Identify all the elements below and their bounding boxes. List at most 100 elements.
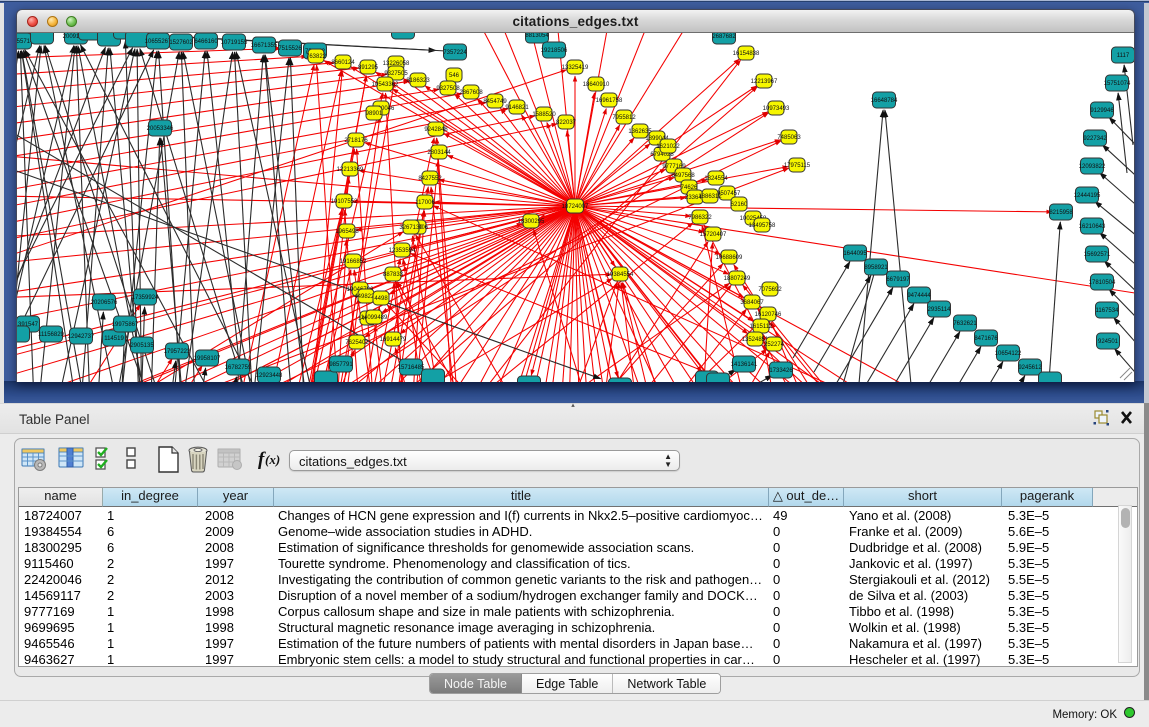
svg-text:9227342: 9227342 — [1083, 136, 1107, 142]
svg-text:15692571: 15692571 — [1084, 252, 1111, 258]
svg-text:6497568: 6497568 — [671, 173, 695, 179]
svg-text:10655267: 10655267 — [145, 39, 172, 45]
svg-text:17957223: 17957223 — [164, 349, 191, 355]
svg-text:16961758: 16961758 — [596, 98, 623, 104]
svg-text:10107552: 10107552 — [331, 199, 358, 205]
svg-text:19958107: 19958107 — [194, 356, 221, 362]
svg-text:1588520: 1588520 — [532, 112, 556, 118]
svg-text:1965498: 1965498 — [335, 229, 359, 235]
svg-text:1527602: 1527602 — [169, 40, 193, 46]
svg-text:7485063: 7485063 — [777, 135, 801, 141]
svg-text:16210643: 16210643 — [1079, 224, 1106, 230]
svg-text:8427552: 8427552 — [418, 176, 442, 182]
svg-text:16033809: 16033809 — [390, 33, 417, 35]
svg-text:15720407: 15720407 — [700, 232, 727, 238]
svg-text:19166852: 19166852 — [340, 259, 367, 265]
svg-text:10688609: 10688609 — [716, 255, 743, 261]
svg-text:924501: 924501 — [1098, 339, 1119, 345]
svg-text:8186323: 8186323 — [406, 78, 430, 84]
svg-text:9327508: 9327508 — [436, 86, 460, 92]
svg-text:1621022: 1621022 — [656, 144, 680, 150]
svg-text:13495758: 13495758 — [749, 223, 776, 229]
svg-text:16154838: 16154838 — [733, 51, 760, 57]
svg-text:546: 546 — [449, 73, 460, 79]
svg-text:7986322: 7986322 — [688, 215, 712, 221]
svg-text:16120746: 16120746 — [755, 312, 782, 318]
svg-text:1117: 1117 — [1117, 53, 1130, 59]
svg-text:2867608: 2867608 — [459, 90, 483, 96]
svg-text:7357224: 7357224 — [443, 50, 467, 56]
svg-text:9242848: 9242848 — [424, 127, 448, 133]
svg-text:9327505: 9327505 — [384, 71, 408, 77]
svg-text:18724007: 18724007 — [562, 204, 589, 210]
svg-text:18300295: 18300295 — [518, 219, 545, 225]
svg-text:15751074: 15751074 — [1104, 81, 1131, 87]
svg-text:2687682: 2687682 — [712, 34, 736, 40]
svg-text:62160: 62160 — [731, 202, 748, 208]
svg-text:2935114: 2935114 — [928, 307, 952, 313]
svg-text:891295: 891295 — [358, 65, 379, 71]
svg-text:16782759: 16782759 — [225, 365, 252, 371]
svg-text:252274: 252274 — [764, 342, 785, 348]
svg-text:4498: 4498 — [374, 296, 388, 302]
svg-text:12942737: 12942737 — [68, 334, 95, 340]
svg-text:1886312: 1886312 — [698, 194, 722, 200]
svg-text:19218506: 19218506 — [541, 48, 568, 54]
svg-text:1824554: 1824554 — [704, 176, 728, 182]
svg-text:16914479: 16914479 — [380, 337, 407, 343]
svg-text:2803144: 2803144 — [427, 150, 451, 156]
svg-text:887833: 887833 — [383, 272, 404, 278]
svg-text:17810504: 17810504 — [1089, 280, 1116, 286]
svg-text:20206576: 20206576 — [91, 300, 118, 306]
svg-text:7625402: 7625402 — [345, 340, 369, 346]
svg-text:14136141: 14136141 — [731, 362, 758, 368]
svg-text:114519: 114519 — [104, 336, 124, 342]
svg-text:8958921: 8958921 — [864, 265, 888, 271]
svg-text:9245612: 9245612 — [1018, 365, 1042, 371]
svg-text:7955812: 7955812 — [612, 115, 636, 121]
svg-text:3684067: 3684067 — [740, 300, 764, 306]
svg-text:14099489: 14099489 — [361, 315, 388, 321]
svg-text:12353594: 12353594 — [389, 248, 416, 254]
svg-text:9474444: 9474444 — [907, 293, 931, 299]
svg-text:16648784: 16648784 — [871, 98, 898, 104]
svg-text:10719155: 10719155 — [221, 40, 248, 46]
svg-text:17975115: 17975115 — [784, 163, 811, 169]
svg-text:1167534: 1167534 — [1096, 308, 1120, 314]
svg-text:1733426: 1733426 — [769, 368, 793, 374]
svg-text:16671355: 16671355 — [251, 43, 278, 49]
svg-text:12093822: 12093822 — [1079, 164, 1106, 170]
svg-text:12923448: 12923448 — [256, 373, 283, 379]
svg-text:6466160: 6466160 — [194, 39, 218, 45]
svg-text:19384554: 19384554 — [607, 272, 634, 278]
svg-text:10973493: 10973493 — [763, 106, 790, 112]
svg-text:98901: 98901 — [366, 111, 383, 117]
svg-text:12444195: 12444195 — [1074, 193, 1101, 199]
svg-text:7075692: 7075692 — [758, 287, 782, 293]
svg-text:17359924: 17359924 — [132, 295, 159, 301]
svg-text:763822: 763822 — [306, 54, 327, 60]
svg-text:8813054: 8813054 — [525, 33, 549, 39]
svg-text:10543362: 10543362 — [372, 82, 399, 88]
svg-text:9146821: 9146821 — [505, 105, 529, 111]
svg-text:9129946: 9129946 — [1090, 108, 1114, 114]
svg-text:12213369: 12213369 — [337, 167, 364, 173]
svg-text:8454749: 8454749 — [483, 99, 507, 105]
svg-text:117006: 117006 — [415, 200, 435, 206]
svg-text:15716485: 15716485 — [398, 365, 425, 371]
svg-text:8215958: 8215958 — [1049, 210, 1073, 216]
svg-text:13325419: 13325419 — [562, 65, 589, 71]
svg-text:18640910: 18640910 — [583, 82, 610, 88]
svg-text:7632621: 7632621 — [953, 321, 977, 327]
svg-text:6679197: 6679197 — [886, 277, 910, 283]
svg-text:1644095: 1644095 — [843, 251, 867, 257]
svg-text:19975867: 19975867 — [112, 322, 139, 328]
svg-text:2905135: 2905135 — [130, 343, 154, 349]
svg-text:18807249: 18807249 — [724, 276, 751, 282]
svg-text:8471676: 8471676 — [974, 336, 998, 342]
svg-text:12213967: 12213967 — [751, 79, 778, 85]
svg-text:10654122: 10654122 — [995, 351, 1022, 357]
svg-text:1615112: 1615112 — [750, 324, 774, 330]
svg-text:7515526: 7515526 — [278, 46, 302, 52]
svg-text:2718176: 2718176 — [344, 138, 368, 144]
